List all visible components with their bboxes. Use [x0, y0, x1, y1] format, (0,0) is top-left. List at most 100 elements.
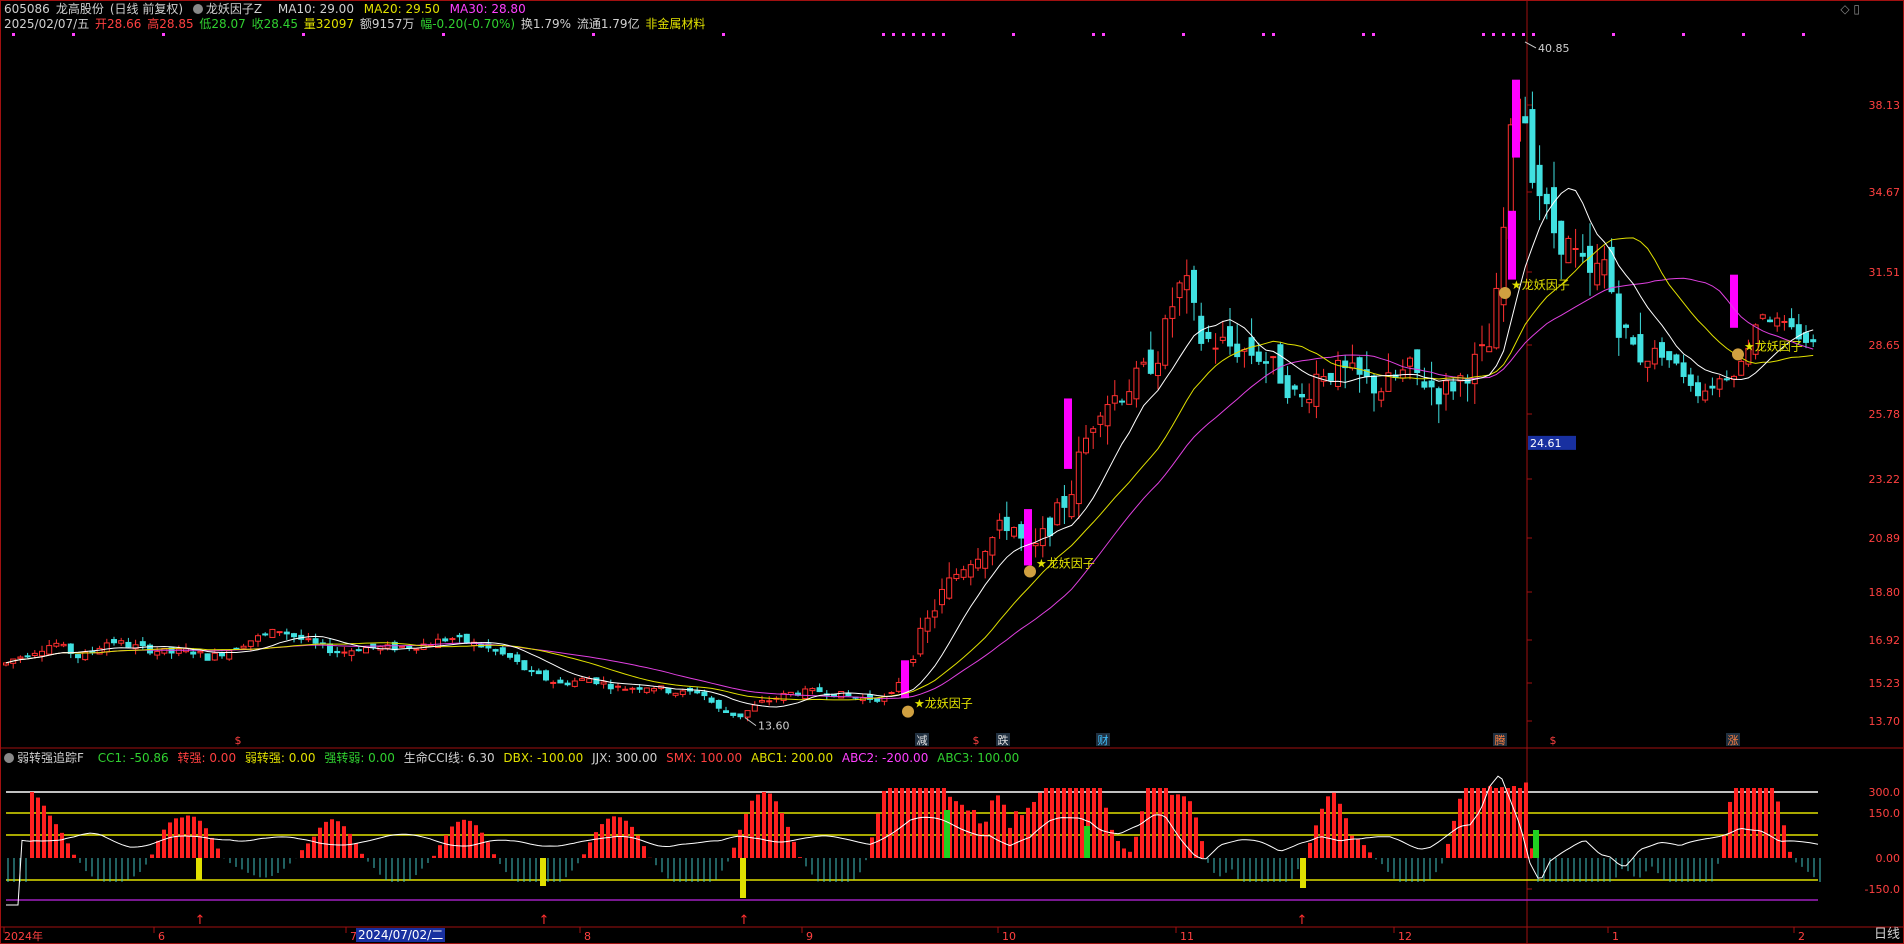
- candle-body: [190, 651, 197, 655]
- sub-indicator-header: 弱转强追踪F CC1: -50.86 转强: 0.00 弱转强: 0.00 强转…: [4, 751, 1024, 765]
- sub-bar-down: [97, 858, 99, 880]
- sub-bar-down: [1249, 858, 1251, 882]
- candle-body: [348, 650, 355, 656]
- sub-bar-down: [403, 858, 405, 882]
- sub-bar-up: [150, 854, 154, 858]
- sub-bar-up: [582, 854, 586, 858]
- sub-bar-up: [354, 843, 358, 858]
- quote-turnover: 换1.79%: [520, 17, 572, 31]
- sub-bar-down: [697, 858, 699, 882]
- candle-body: [1219, 336, 1226, 341]
- adjust-mode[interactable]: (日线 前复权): [110, 2, 183, 16]
- top-marker-dot: [722, 33, 725, 36]
- sub-axis-label: -150.0: [1865, 883, 1900, 896]
- sub-bar-down: [79, 858, 81, 863]
- price-axis-label: 38.13: [1869, 99, 1901, 112]
- chart-frame: 38.13 34.67 31.51 28.65 25.78 23.22 20.89 18.80…: [0, 0, 1904, 944]
- diamond-icon[interactable]: ◇: [1840, 2, 1849, 16]
- sub-bar-up: [60, 832, 64, 858]
- candle-body: [615, 685, 621, 688]
- sub-bar-up: [444, 835, 448, 858]
- zhuanqiang-value: 转强: 0.00: [177, 751, 237, 765]
- stock-name[interactable]: 龙高股份: [56, 2, 104, 16]
- event-marker: 财: [1098, 733, 1109, 747]
- candle-body: [1003, 516, 1010, 532]
- quote-change: 幅-0.20(-0.70%): [420, 17, 516, 31]
- candle-body: [967, 564, 974, 578]
- candle-body: [1291, 385, 1298, 390]
- sub-bar-up: [1032, 801, 1036, 858]
- quote-close: 收28.45: [251, 17, 298, 31]
- top-marker-dot: [1742, 33, 1745, 36]
- candle-body: [1356, 357, 1363, 375]
- top-marker-dot: [592, 33, 595, 36]
- candle-body: [1687, 374, 1694, 386]
- event-marker: 减: [917, 734, 928, 747]
- candle-body: [1119, 400, 1125, 403]
- chart-canvas[interactable]: 38.13 34.67 31.51 28.65 25.78 23.22 20.89 18.80…: [0, 0, 1904, 944]
- dollar-marker: $: [973, 734, 980, 747]
- sub-bar-down: [139, 858, 141, 872]
- money-bag-icon: [1024, 565, 1036, 578]
- sub-bar-down: [1819, 858, 1821, 882]
- candle-body: [262, 633, 269, 636]
- candle-body: [1443, 380, 1449, 395]
- sub-bar-down: [673, 858, 675, 882]
- time-axis-label: 11: [1180, 930, 1194, 943]
- sub-bar-up: [798, 857, 802, 858]
- candle-body: [204, 653, 211, 661]
- top-marker-dot: [892, 33, 895, 36]
- sub-bar-up: [882, 790, 886, 858]
- candle-body: [946, 577, 953, 599]
- sub-bar-down: [25, 858, 27, 882]
- candle-body: [989, 537, 996, 556]
- event-marker: 腾: [1495, 733, 1506, 747]
- candle-body: [679, 690, 686, 696]
- sub-bar-up: [1038, 792, 1042, 858]
- sub-bar-up: [1362, 845, 1366, 858]
- sub-indicator-menu-icon[interactable]: [4, 753, 14, 763]
- sub-bar-up: [606, 818, 610, 858]
- indicator-menu-icon[interactable]: [192, 4, 203, 14]
- stock-code: 605086: [4, 2, 50, 16]
- sub-bar-up: [750, 800, 754, 858]
- sub-bar-down: [1621, 858, 1623, 870]
- candle-body: [442, 638, 449, 642]
- sub-bar-down: [1429, 858, 1431, 880]
- indicator-name[interactable]: 龙妖因子Z: [206, 2, 262, 16]
- candle-body: [1702, 390, 1709, 401]
- sub-bar-up: [30, 791, 34, 858]
- period-label[interactable]: 日线: [1874, 923, 1900, 942]
- sub-signal-green: [1533, 830, 1539, 858]
- price-highlight-label: 24.61: [1530, 437, 1562, 450]
- sub-indicator-name[interactable]: 弱转强追踪F: [17, 751, 84, 765]
- sub-bar-up: [1062, 788, 1066, 858]
- candle-body: [103, 642, 110, 653]
- sub-bar-down: [1387, 858, 1389, 872]
- candle-body: [557, 679, 564, 684]
- sub-bar-up: [618, 817, 622, 858]
- candle-body: [593, 677, 600, 685]
- sub-bar-up: [54, 824, 58, 858]
- sub-bar-up: [216, 848, 220, 858]
- sub-bar-up: [474, 825, 478, 858]
- sub-bar-up: [1752, 788, 1756, 858]
- sub-bar-down: [1291, 858, 1293, 879]
- quote-sector[interactable]: 非金属材料: [645, 17, 705, 31]
- candle-body: [1450, 381, 1457, 392]
- candle-body: [1543, 193, 1550, 205]
- candle-body: [607, 683, 614, 690]
- sub-bar-up: [1122, 848, 1126, 858]
- panel-toggle-icon[interactable]: ▯: [1853, 2, 1860, 16]
- candle-body: [816, 687, 823, 693]
- candle-body: [1313, 373, 1320, 407]
- sub-bar-up: [888, 788, 892, 858]
- candle-body: [60, 643, 67, 647]
- candle-body: [586, 678, 593, 683]
- candle-body: [1183, 275, 1190, 291]
- price-axis-label: 28.65: [1869, 339, 1901, 352]
- candle-body: [1536, 164, 1543, 197]
- candle-body: [463, 633, 470, 644]
- abc3-value: ABC3: 100.00: [937, 751, 1020, 765]
- candle-body: [1191, 269, 1197, 303]
